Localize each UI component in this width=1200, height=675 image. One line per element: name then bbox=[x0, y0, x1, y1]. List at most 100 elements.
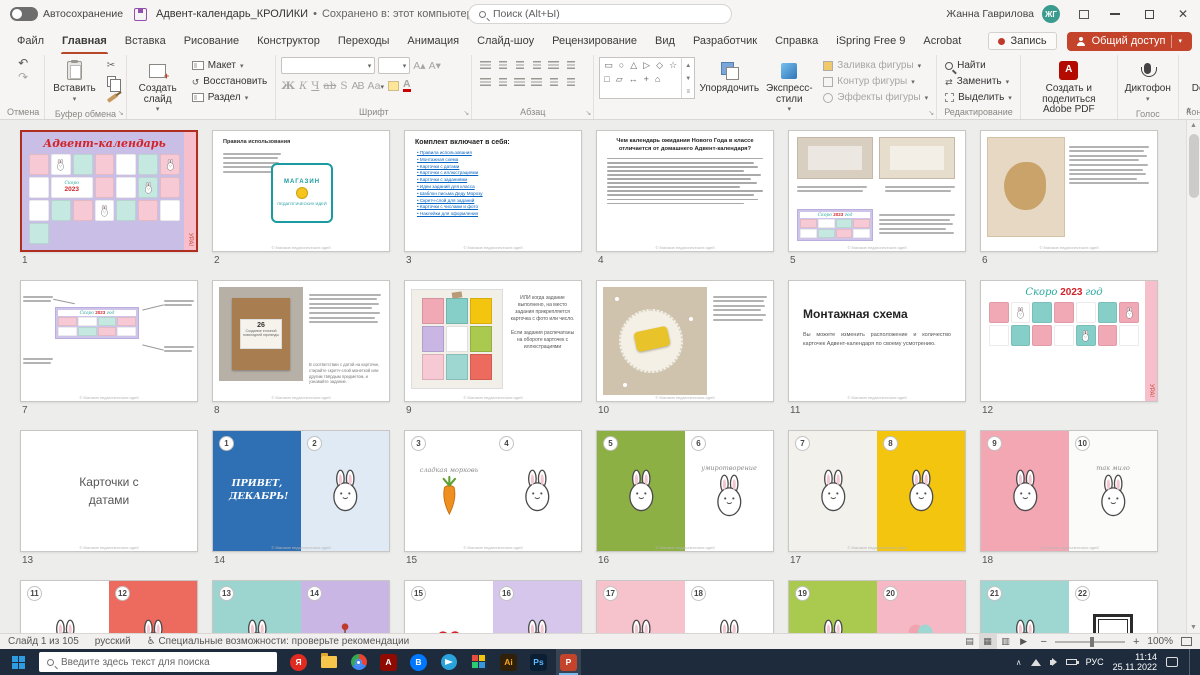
numbering-button[interactable] bbox=[494, 57, 511, 72]
slide-thumbnail-7[interactable]: Скоро 2023 год© Магазин педагогических и… bbox=[20, 280, 198, 416]
hyperlink[interactable]: Карточки с иллюстрациями bbox=[417, 170, 569, 175]
scrollbar-thumb[interactable] bbox=[1189, 134, 1199, 198]
hyperlink[interactable]: Карточки с заданиями bbox=[417, 177, 569, 182]
ribbon-tab-6[interactable]: Анимация bbox=[398, 28, 468, 54]
taskbar-app-vk[interactable]: В bbox=[406, 649, 431, 675]
clock[interactable]: 11:14 25.11.2022 bbox=[1113, 652, 1157, 672]
taskbar-app-photoshop[interactable]: Ps bbox=[526, 649, 551, 675]
hyperlink[interactable]: Шаблон письма Деду Морозу bbox=[417, 191, 569, 196]
strikethrough-button[interactable]: ab bbox=[323, 80, 336, 92]
slide-thumb-image[interactable]: 1112© Магазин педагогических идей bbox=[20, 580, 198, 633]
vertical-scrollbar[interactable]: ▲ ▼ bbox=[1186, 120, 1200, 633]
slide-thumbnail-24[interactable]: 2122© Магазин педагогических идей24 bbox=[980, 580, 1158, 633]
align-center-button[interactable] bbox=[494, 74, 511, 89]
text-shadow-button[interactable]: S bbox=[340, 80, 347, 92]
slide-thumbnail-5[interactable]: Скоро 2023 год© Магазин педагогических и… bbox=[788, 130, 966, 266]
highlight-color-button[interactable] bbox=[388, 81, 399, 91]
notification-center-icon[interactable] bbox=[1166, 657, 1178, 667]
slide-thumb-image[interactable]: 1920© Магазин педагогических идей bbox=[788, 580, 966, 633]
taskbar-app-illustrator[interactable]: Ai bbox=[496, 649, 521, 675]
hyperlink[interactable]: Монтажная схема bbox=[417, 157, 569, 162]
share-button[interactable]: Общий доступ ▾ bbox=[1067, 32, 1192, 51]
slide-thumbnail-14[interactable]: 1ПРИВЕТ, ДЕКАБРЬ!2© Магазин педагогическ… bbox=[212, 430, 390, 566]
taskbar-search[interactable]: Введите здесь текст для поиска bbox=[39, 652, 277, 672]
slide-thumb-image[interactable]: 3сладкая морковь4© Магазин педагогически… bbox=[404, 430, 582, 552]
bullets-button[interactable] bbox=[477, 57, 494, 72]
ribbon-tab-8[interactable]: Рецензирование bbox=[543, 28, 646, 54]
shapes-scroll[interactable]: ▲▼≡ bbox=[681, 58, 694, 98]
autosave-toggle[interactable] bbox=[10, 7, 38, 21]
slide-thumbnail-11[interactable]: Монтажная схемаВы можете изменить распол… bbox=[788, 280, 966, 416]
character-spacing-button[interactable]: АВ bbox=[352, 80, 364, 92]
section-button[interactable]: Раздел▾ bbox=[189, 90, 271, 105]
taskbar-app-file-explorer[interactable] bbox=[316, 649, 341, 675]
format-painter-button[interactable] bbox=[104, 90, 121, 105]
network-icon[interactable] bbox=[1031, 659, 1041, 666]
line-spacing-button[interactable] bbox=[545, 57, 562, 72]
start-button[interactable] bbox=[4, 649, 32, 675]
text-direction-button[interactable] bbox=[562, 57, 579, 72]
grow-font-button[interactable]: А▴ bbox=[413, 57, 425, 74]
save-icon[interactable] bbox=[134, 8, 147, 21]
font-name-combo[interactable]: ▾ bbox=[281, 57, 375, 74]
slide-thumbnail-6[interactable]: © Магазин педагогических идей6 bbox=[980, 130, 1158, 266]
show-desktop-button[interactable] bbox=[1189, 649, 1192, 675]
slideshow-button[interactable]: ▶ bbox=[1015, 634, 1033, 649]
slide-thumb-image[interactable]: 910так мило© Магазин педагогических идей bbox=[980, 430, 1158, 552]
ribbon-tab-5[interactable]: Переходы bbox=[329, 28, 399, 54]
taskbar-app-acrobat[interactable]: A bbox=[376, 649, 401, 675]
hyperlink[interactable]: Скретч-слой для заданий bbox=[417, 198, 569, 203]
slide-thumb-image[interactable]: Комплект включает в себя:Правила использ… bbox=[404, 130, 582, 252]
slide-thumb-image[interactable]: 26Создание елочной новогодней гирляндыВ … bbox=[212, 280, 390, 402]
document-title[interactable]: Адвент-календарь_КРОЛИКИ • Сохранено в: … bbox=[156, 8, 481, 20]
dictate-button[interactable]: Диктофон ▾ bbox=[1123, 57, 1173, 107]
taskbar-app-powerpoint[interactable]: P bbox=[556, 649, 581, 675]
ribbon-tab-13[interactable]: Acrobat bbox=[914, 28, 970, 54]
slide-thumb-image[interactable]: 1718© Магазин педагогических идей bbox=[596, 580, 774, 633]
volume-icon[interactable] bbox=[1050, 660, 1053, 665]
italic-button[interactable]: К bbox=[299, 80, 307, 92]
arrange-button[interactable]: Упорядочить bbox=[700, 57, 758, 97]
accessibility-check[interactable]: ♿ Специальные возможности: проверьте рек… bbox=[147, 636, 410, 647]
slide-thumb-image[interactable]: Карточки с датами© Магазин педагогически… bbox=[20, 430, 198, 552]
avatar[interactable]: ЖГ bbox=[1042, 5, 1060, 23]
font-color-button[interactable]: А bbox=[403, 79, 411, 92]
slide-thumbnail-16[interactable]: 56умиротворение© Магазин педагогических … bbox=[596, 430, 774, 566]
scroll-down-arrow[interactable]: ▼ bbox=[1187, 624, 1200, 631]
slide-thumbnail-9[interactable]: ИЛИ когда задание выполнено, на место за… bbox=[404, 280, 582, 416]
slide-thumb-image[interactable]: Скоро 2023 год© Магазин педагогических и… bbox=[788, 130, 966, 252]
align-right-button[interactable] bbox=[511, 74, 528, 89]
slide-thumbnail-1[interactable]: Адвент-календарьСкоро2023УРА!1 bbox=[20, 130, 198, 266]
ribbon-tab-0[interactable]: Файл bbox=[8, 28, 53, 54]
smartart-button[interactable] bbox=[562, 74, 579, 89]
zoom-in-button[interactable]: + bbox=[1133, 636, 1139, 648]
slide-thumb-image[interactable]: Скоро 2023 годУРА! bbox=[980, 280, 1158, 402]
shrink-font-button[interactable]: А▾ bbox=[429, 57, 441, 74]
font-dialog-launcher[interactable]: ↘ bbox=[463, 109, 469, 117]
slide-thumbnail-10[interactable]: © Магазин педагогических идей10 bbox=[596, 280, 774, 416]
zoom-out-button[interactable]: − bbox=[1041, 636, 1047, 648]
ribbon-tab-7[interactable]: Слайд-шоу bbox=[468, 28, 543, 54]
hyperlink[interactable]: Наклейки для оформления bbox=[417, 211, 569, 216]
columns-button[interactable] bbox=[545, 74, 562, 89]
collapse-ribbon-button[interactable]: ∧ bbox=[1185, 105, 1192, 116]
slide-thumb-image[interactable]: 78© Магазин педагогических идей bbox=[788, 430, 966, 552]
ribbon-tab-3[interactable]: Рисование bbox=[175, 28, 248, 54]
slide-thumb-image[interactable]: © Магазин педагогических идей bbox=[596, 280, 774, 402]
autosave-control[interactable]: Автосохранение bbox=[10, 7, 123, 21]
reset-button[interactable]: ↺Восстановить bbox=[189, 74, 271, 89]
slide-thumb-image[interactable]: Монтажная схемаВы можете изменить распол… bbox=[788, 280, 966, 402]
cut-button[interactable]: ✂ bbox=[104, 58, 121, 73]
tray-expand-icon[interactable]: ∧ bbox=[1016, 658, 1022, 667]
hyperlink[interactable]: Идеи заданий для класса bbox=[417, 184, 569, 189]
slide-thumb-image[interactable]: Скоро 2023 год© Магазин педагогических и… bbox=[20, 280, 198, 402]
ribbon-display-options-button[interactable] bbox=[1070, 0, 1098, 28]
hyperlink[interactable]: Карточки с датами bbox=[417, 164, 569, 169]
slide-thumb-image[interactable]: ИЛИ когда задание выполнено, на место за… bbox=[404, 280, 582, 402]
new-slide-button[interactable]: Создать слайд ▾ bbox=[132, 57, 184, 118]
paragraph-dialog-launcher[interactable]: ↘ bbox=[585, 109, 591, 117]
slide-thumbnail-12[interactable]: Скоро 2023 годУРА!12 bbox=[980, 280, 1158, 416]
slide-thumbnail-4[interactable]: Чем календарь ожидания Нового Года в кла… bbox=[596, 130, 774, 266]
minimize-button[interactable] bbox=[1098, 0, 1132, 28]
layout-button[interactable]: Макет▾ bbox=[189, 58, 271, 73]
